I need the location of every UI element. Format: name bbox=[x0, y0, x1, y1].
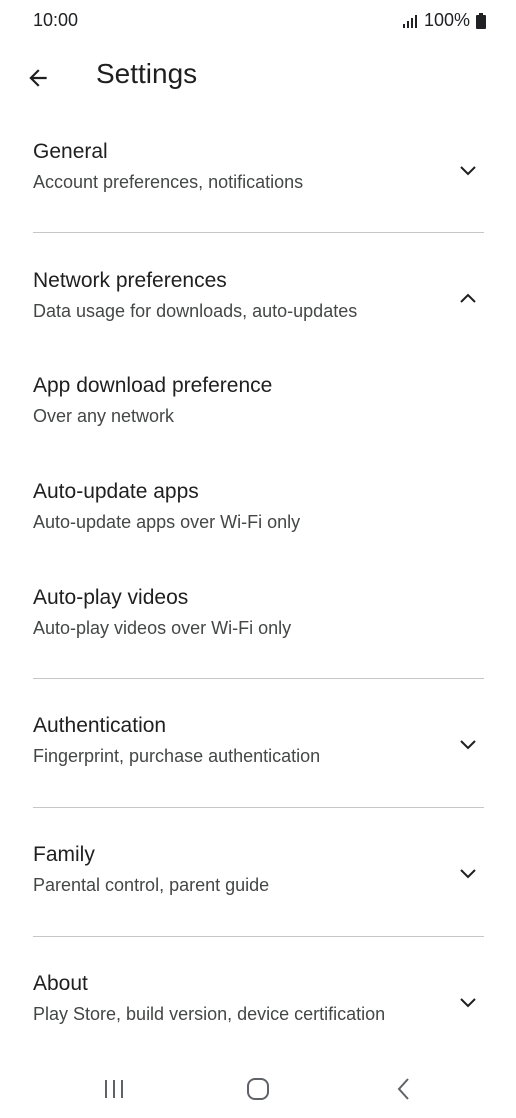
section-title: Network preferences bbox=[33, 269, 227, 292]
system-nav-bar bbox=[0, 1060, 516, 1118]
page-title: Settings bbox=[96, 58, 198, 89]
arrow-left-icon bbox=[29, 69, 47, 87]
section-subtitle: Data usage for downloads, auto-updates bbox=[33, 301, 358, 321]
chevron-down-icon bbox=[456, 732, 480, 756]
divider bbox=[33, 807, 484, 808]
battery-percent: 100% bbox=[423, 10, 470, 30]
section-network-preferences[interactable]: Network preferences Data usage for downl… bbox=[0, 269, 516, 349]
setting-auto-play-videos[interactable]: Auto-play videos Auto-play videos over W… bbox=[0, 586, 516, 666]
app-bar: Settings bbox=[0, 50, 516, 106]
status-bar: 10:00 100% bbox=[0, 0, 516, 40]
setting-title: Auto-play videos bbox=[33, 586, 189, 609]
setting-title: App download preference bbox=[33, 374, 273, 397]
recents-icon bbox=[105, 1080, 123, 1098]
back-button[interactable] bbox=[20, 60, 56, 96]
section-title: About bbox=[33, 972, 88, 995]
back-icon bbox=[397, 1078, 409, 1100]
home-button[interactable] bbox=[238, 1072, 278, 1106]
section-general[interactable]: General Account preferences, notificatio… bbox=[0, 140, 516, 220]
section-title: Family bbox=[33, 843, 95, 866]
home-icon bbox=[247, 1078, 269, 1100]
nav-back-button[interactable] bbox=[384, 1072, 424, 1106]
divider bbox=[33, 232, 484, 233]
chevron-up-icon bbox=[456, 287, 480, 311]
signal-icon bbox=[402, 14, 417, 28]
section-about[interactable]: About Play Store, build version, device … bbox=[0, 972, 516, 1052]
section-subtitle: Fingerprint, purchase authentication bbox=[33, 746, 321, 766]
chevron-down-icon bbox=[456, 861, 480, 885]
setting-value: Auto-update apps over Wi-Fi only bbox=[33, 512, 301, 532]
setting-title: Auto-update apps bbox=[33, 480, 199, 503]
status-indicators: 100% bbox=[402, 10, 486, 31]
section-authentication[interactable]: Authentication Fingerprint, purchase aut… bbox=[0, 714, 516, 794]
section-subtitle: Parental control, parent guide bbox=[33, 875, 270, 895]
section-family[interactable]: Family Parental control, parent guide bbox=[0, 843, 516, 923]
section-subtitle: Account preferences, notifications bbox=[33, 172, 304, 192]
section-subtitle: Play Store, build version, device certif… bbox=[33, 1004, 386, 1024]
setting-auto-update-apps[interactable]: Auto-update apps Auto-update apps over W… bbox=[0, 480, 516, 560]
chevron-down-icon bbox=[456, 158, 480, 182]
setting-value: Over any network bbox=[33, 406, 175, 426]
divider bbox=[33, 678, 484, 679]
section-title: Authentication bbox=[33, 714, 167, 737]
recents-button[interactable] bbox=[94, 1072, 134, 1106]
setting-value: Auto-play videos over Wi-Fi only bbox=[33, 618, 292, 638]
divider bbox=[33, 936, 484, 937]
status-time: 10:00 bbox=[33, 10, 79, 30]
chevron-down-icon bbox=[456, 990, 480, 1014]
battery-icon bbox=[476, 12, 486, 29]
section-title: General bbox=[33, 140, 108, 163]
setting-app-download-preference[interactable]: App download preference Over any network bbox=[0, 374, 516, 454]
